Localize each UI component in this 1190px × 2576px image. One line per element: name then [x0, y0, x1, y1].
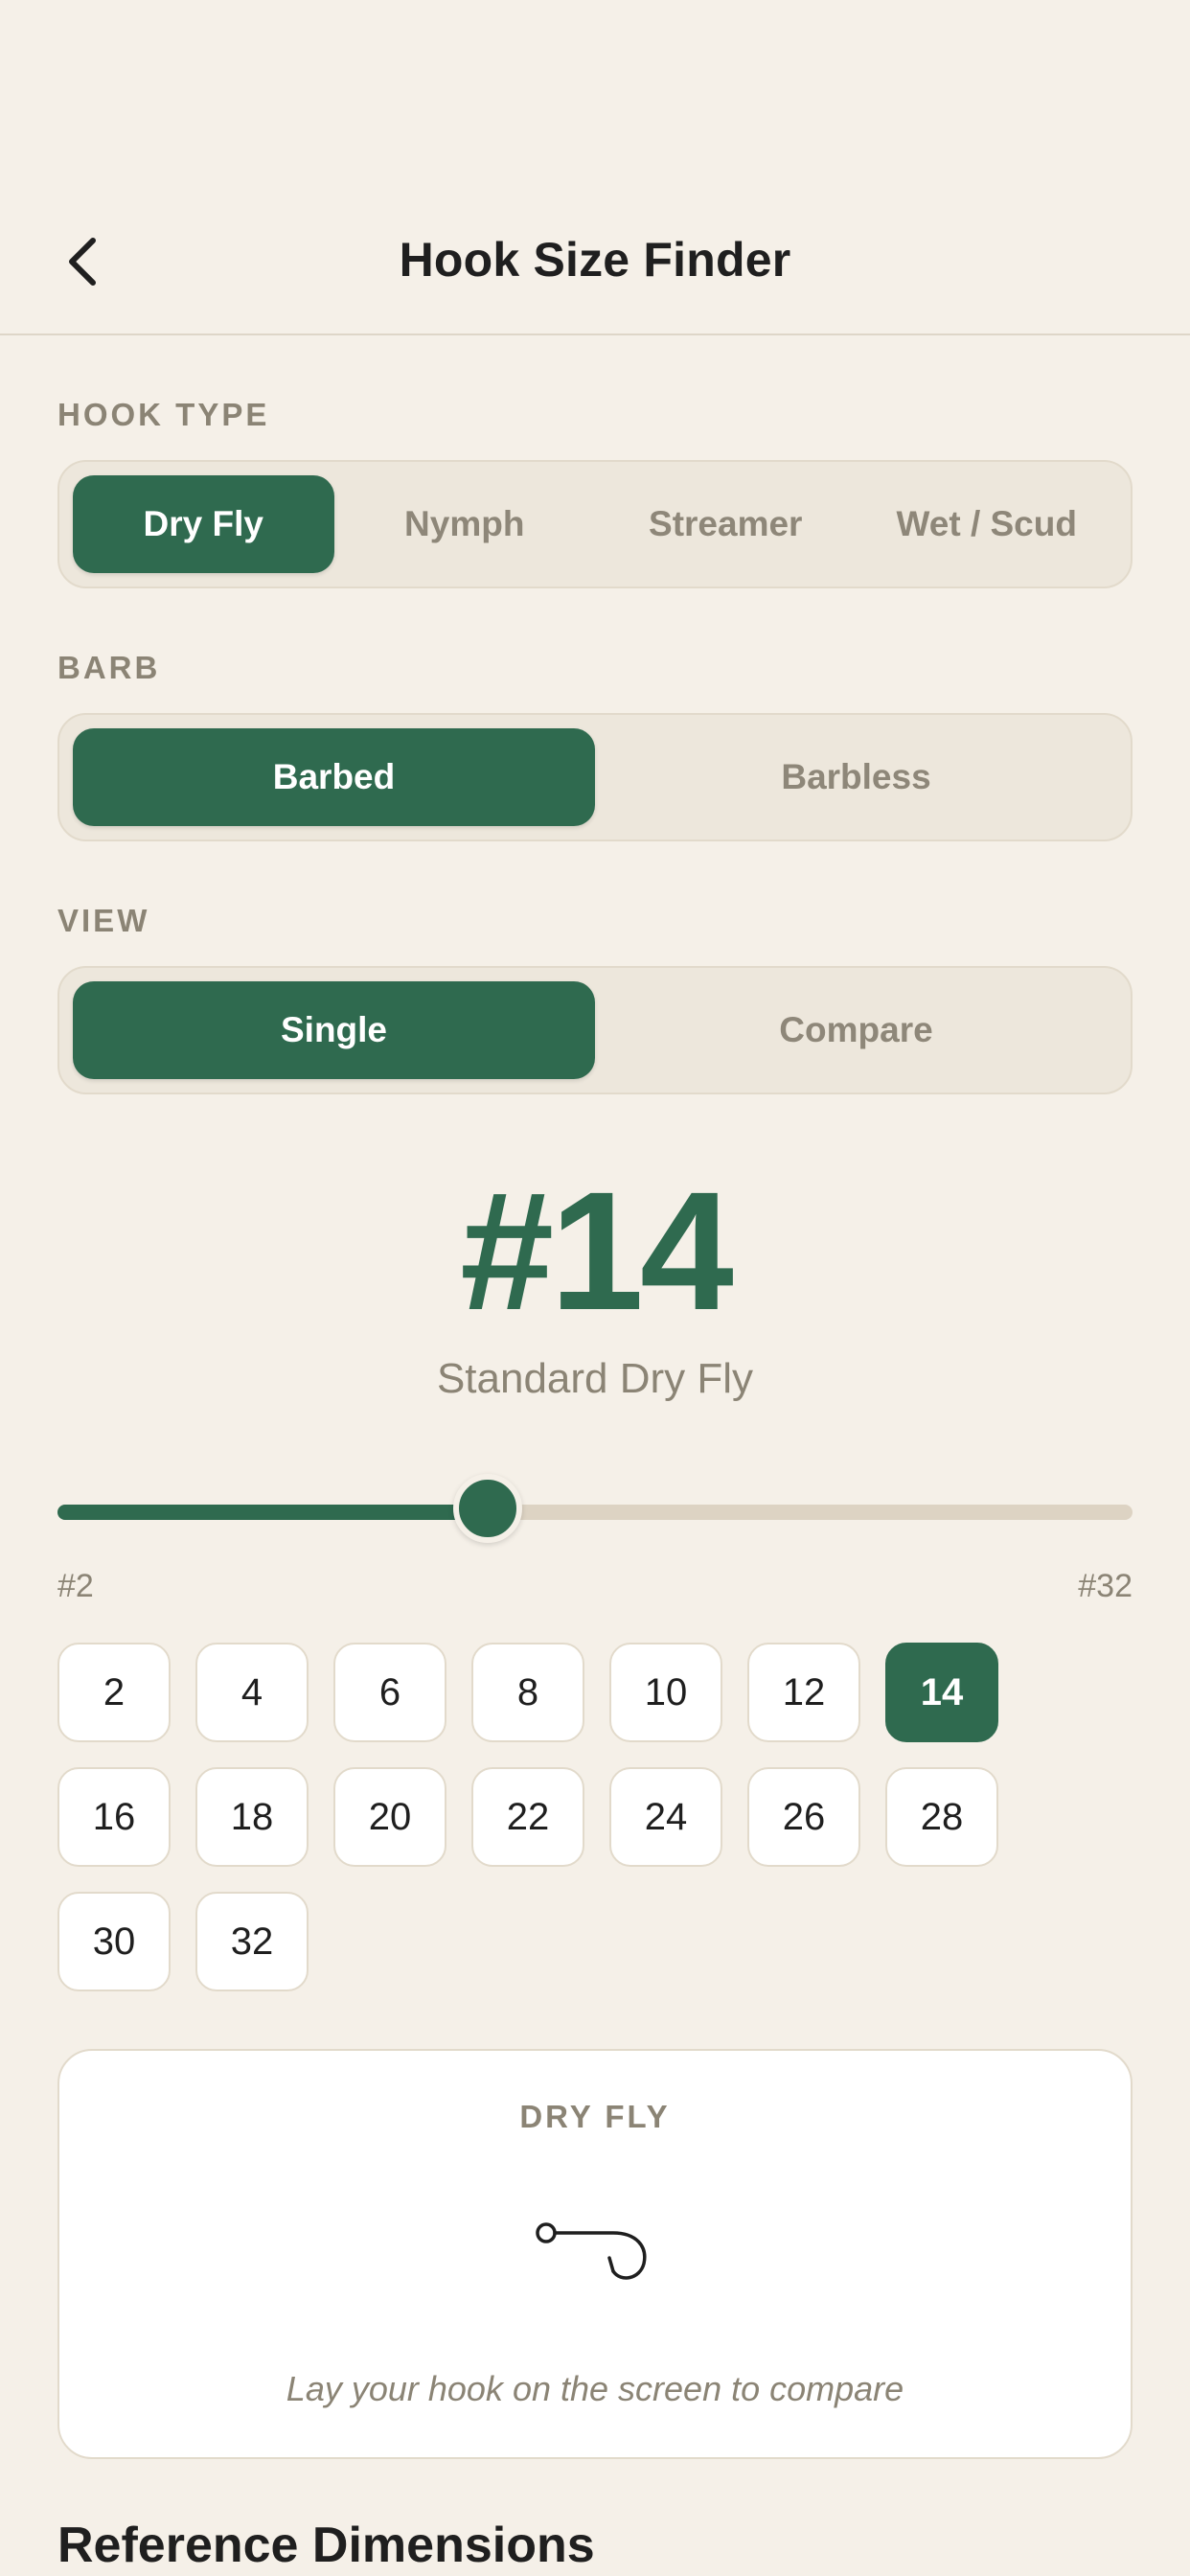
- view-option-compare[interactable]: Compare: [595, 981, 1117, 1079]
- status-bar-spacer: [0, 0, 1190, 196]
- reference-dimensions-heading: Reference Dimensions: [57, 2518, 595, 2573]
- nav-bar: Hook Size Finder: [0, 196, 1190, 335]
- size-chip-12[interactable]: 12: [747, 1643, 860, 1742]
- size-chip-8[interactable]: 8: [471, 1643, 584, 1742]
- hook-type-option-streamer[interactable]: Streamer: [595, 475, 857, 573]
- selected-size-description: Standard Dry Fly: [436, 1355, 754, 1402]
- size-chip-26[interactable]: 26: [747, 1767, 860, 1867]
- size-chip-20[interactable]: 20: [333, 1767, 446, 1867]
- hook-type-option-dry-fly[interactable]: Dry Fly: [73, 475, 334, 573]
- view-option-single[interactable]: Single: [73, 981, 595, 1079]
- view-label: VIEW: [57, 903, 150, 938]
- hook-type-segmented-control: Dry Fly Nymph Streamer Wet / Scud: [57, 460, 1133, 588]
- barb-option-barbless[interactable]: Barbless: [595, 728, 1117, 826]
- barb-label: BARB: [57, 650, 161, 685]
- size-chip-18[interactable]: 18: [195, 1767, 309, 1867]
- hook-type-option-wet-scud[interactable]: Wet / Scud: [857, 475, 1118, 573]
- slider-max-label: #32: [1078, 1568, 1133, 1604]
- slider-thumb[interactable]: [452, 1474, 522, 1543]
- size-chip-grid: 2 4 6 8 10 12 14 16 18 20 22 24 26 28 30 32: [57, 1643, 1025, 1991]
- size-chip-6[interactable]: 6: [333, 1643, 446, 1742]
- size-chip-30[interactable]: 30: [57, 1892, 171, 1991]
- size-chip-24[interactable]: 24: [609, 1767, 722, 1867]
- barb-segmented-control: Barbed Barbless: [57, 713, 1133, 841]
- barb-option-barbed[interactable]: Barbed: [73, 728, 595, 826]
- slider-min-label: #2: [57, 1568, 94, 1604]
- page-title: Hook Size Finder: [399, 233, 791, 287]
- size-chip-28[interactable]: 28: [885, 1767, 998, 1867]
- selected-size-display: #14: [460, 1158, 734, 1346]
- size-slider[interactable]: [57, 1474, 1133, 1543]
- size-chip-10[interactable]: 10: [609, 1643, 722, 1742]
- size-chip-14[interactable]: 14: [885, 1643, 998, 1742]
- size-chip-4[interactable]: 4: [195, 1643, 309, 1742]
- preview-hook-type-label: DRY FLY: [519, 2099, 671, 2134]
- size-chip-16[interactable]: 16: [57, 1767, 171, 1867]
- hook-type-option-nymph[interactable]: Nymph: [334, 475, 596, 573]
- view-segmented-control: Single Compare: [57, 966, 1133, 1094]
- size-chip-2[interactable]: 2: [57, 1643, 171, 1742]
- slider-fill: [57, 1505, 488, 1520]
- hook-icon: [529, 2210, 673, 2296]
- hook-preview-card: DRY FLY Lay your hook on the screen to c…: [57, 2049, 1133, 2459]
- hook-type-label: HOOK TYPE: [57, 397, 270, 432]
- size-chip-22[interactable]: 22: [471, 1767, 584, 1867]
- preview-hint: Lay your hook on the screen to compare: [286, 2369, 904, 2408]
- size-chip-32[interactable]: 32: [195, 1892, 309, 1991]
